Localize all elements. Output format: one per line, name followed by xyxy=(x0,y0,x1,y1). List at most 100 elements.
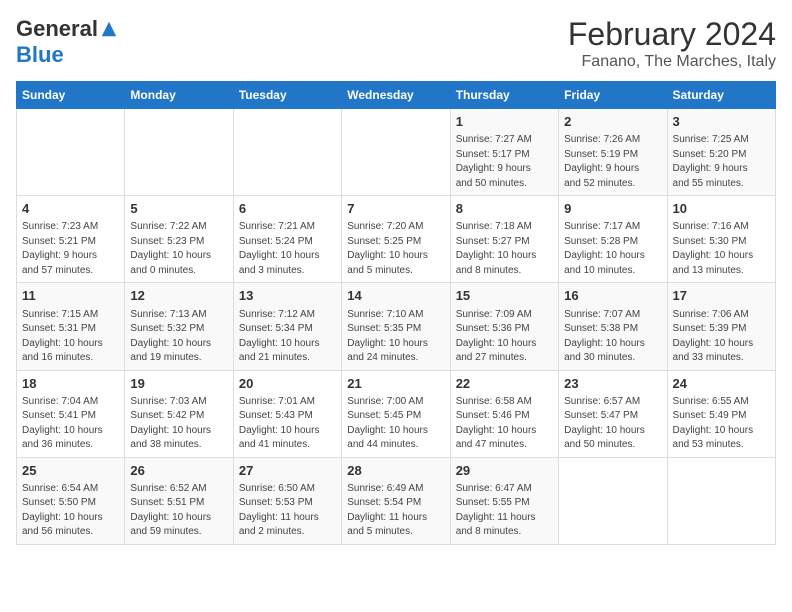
calendar-cell: 21Sunrise: 7:00 AMSunset: 5:45 PMDayligh… xyxy=(342,370,450,457)
day-info: Sunrise: 7:26 AMSunset: 5:19 PMDaylight:… xyxy=(564,133,661,191)
calendar-cell: 20Sunrise: 7:01 AMSunset: 5:43 PMDayligh… xyxy=(233,370,341,457)
day-info: Sunrise: 6:54 AMSunset: 5:50 PMDaylight:… xyxy=(22,482,119,540)
calendar-cell: 10 Sunrise: 7:16 AMSunset: 5:30 PMDayligh… xyxy=(667,196,775,283)
calendar-cell: 24 Sunrise: 6:55 AMSunset: 5:49 PMDayligh… xyxy=(667,370,775,457)
calendar-cell: 16 Sunrise: 7:07 AMSunset: 5:38 PMDayligh… xyxy=(559,283,667,370)
day-number: 14 xyxy=(347,287,444,305)
calendar-cell: 29 Sunrise: 6:47 AMSunset: 5:55 PMDayligh… xyxy=(450,457,558,544)
day-number: 19 xyxy=(130,375,227,393)
day-number: 4 xyxy=(22,200,119,218)
day-number: 15 xyxy=(456,287,553,305)
calendar-cell: 28 Sunrise: 6:49 AMSunset: 5:54 PMDayligh… xyxy=(342,457,450,544)
calendar-cell: 3 Sunrise: 7:25 AMSunset: 5:20 PMDaylight… xyxy=(667,109,775,196)
day-info: Sunrise: 7:04 AMSunset: 5:41 PMDaylight:… xyxy=(22,395,119,453)
logo-icon xyxy=(100,20,118,38)
location-title: Fanano, The Marches, Italy xyxy=(568,53,776,71)
calendar-cell: 26 Sunrise: 6:52 AMSunset: 5:51 PMDayligh… xyxy=(125,457,233,544)
calendar-cell: 27 Sunrise: 6:50 AMSunset: 5:53 PMDayligh… xyxy=(233,457,341,544)
calendar-cell: 6Sunrise: 7:21 AMSunset: 5:24 PMDaylight… xyxy=(233,196,341,283)
calendar-cell xyxy=(233,109,341,196)
day-number: 29 xyxy=(456,462,553,480)
calendar-cell: 14 Sunrise: 7:10 AMSunset: 5:35 PMDayligh… xyxy=(342,283,450,370)
day-info: Sunrise: 7:10 AMSunset: 5:35 PMDaylight:… xyxy=(347,308,444,366)
calendar-cell xyxy=(17,109,125,196)
month-title: February 2024 xyxy=(568,16,776,53)
day-number: 28 xyxy=(347,462,444,480)
day-number: 24 xyxy=(673,375,770,393)
day-info: Sunrise: 7:25 AMSunset: 5:20 PMDaylight:… xyxy=(673,133,770,191)
day-number: 11 xyxy=(22,287,119,305)
day-info: Sunrise: 7:12 AMSunset: 5:34 PMDaylight:… xyxy=(239,308,336,366)
day-info: Sunrise: 6:50 AMSunset: 5:53 PMDaylight:… xyxy=(239,482,336,540)
day-info: Sunrise: 7:27 AMSunset: 5:17 PMDaylight:… xyxy=(456,133,553,191)
weekday-header: Thursday xyxy=(450,82,558,109)
calendar-cell: 11 Sunrise: 7:15 AMSunset: 5:31 PMDayligh… xyxy=(17,283,125,370)
day-info: Sunrise: 7:23 AMSunset: 5:21 PMDaylight:… xyxy=(22,220,119,278)
day-info: Sunrise: 6:55 AMSunset: 5:49 PMDaylight:… xyxy=(673,395,770,453)
day-info: Sunrise: 6:52 AMSunset: 5:51 PMDaylight:… xyxy=(130,482,227,540)
calendar-cell: 4 Sunrise: 7:23 AMSunset: 5:21 PMDaylight… xyxy=(17,196,125,283)
day-number: 3 xyxy=(673,113,770,131)
calendar-cell: 25Sunrise: 6:54 AMSunset: 5:50 PMDayligh… xyxy=(17,457,125,544)
logo: General Blue xyxy=(16,16,118,68)
day-info: Sunrise: 6:49 AMSunset: 5:54 PMDaylight:… xyxy=(347,482,444,540)
calendar-cell: 18Sunrise: 7:04 AMSunset: 5:41 PMDayligh… xyxy=(17,370,125,457)
day-number: 26 xyxy=(130,462,227,480)
day-number: 12 xyxy=(130,287,227,305)
day-info: Sunrise: 6:58 AMSunset: 5:46 PMDaylight:… xyxy=(456,395,553,453)
day-number: 13 xyxy=(239,287,336,305)
calendar-week-row: 18Sunrise: 7:04 AMSunset: 5:41 PMDayligh… xyxy=(17,370,776,457)
day-number: 17 xyxy=(673,287,770,305)
day-number: 21 xyxy=(347,375,444,393)
day-number: 8 xyxy=(456,200,553,218)
calendar-week-row: 11 Sunrise: 7:15 AMSunset: 5:31 PMDayligh… xyxy=(17,283,776,370)
day-info: Sunrise: 7:07 AMSunset: 5:38 PMDaylight:… xyxy=(564,308,661,366)
weekday-header: Friday xyxy=(559,82,667,109)
page-header: General Blue February 2024 Fanano, The M… xyxy=(16,16,776,71)
calendar-cell: 15 Sunrise: 7:09 AMSunset: 5:36 PMDayligh… xyxy=(450,283,558,370)
day-number: 10 xyxy=(673,200,770,218)
logo-general: General xyxy=(16,16,98,42)
day-info: Sunrise: 7:15 AMSunset: 5:31 PMDaylight:… xyxy=(22,308,119,366)
day-number: 27 xyxy=(239,462,336,480)
weekday-header: Sunday xyxy=(17,82,125,109)
calendar-week-row: 1 Sunrise: 7:27 AMSunset: 5:17 PMDaylight… xyxy=(17,109,776,196)
day-number: 5 xyxy=(130,200,227,218)
calendar-cell: 9Sunrise: 7:17 AMSunset: 5:28 PMDaylight… xyxy=(559,196,667,283)
day-info: Sunrise: 7:06 AMSunset: 5:39 PMDaylight:… xyxy=(673,308,770,366)
day-number: 22 xyxy=(456,375,553,393)
day-info: Sunrise: 7:22 AMSunset: 5:23 PMDaylight:… xyxy=(130,220,227,278)
calendar-cell: 17 Sunrise: 7:06 AMSunset: 5:39 PMDayligh… xyxy=(667,283,775,370)
day-number: 20 xyxy=(239,375,336,393)
day-number: 6 xyxy=(239,200,336,218)
day-info: Sunrise: 7:13 AMSunset: 5:32 PMDaylight:… xyxy=(130,308,227,366)
calendar-cell xyxy=(125,109,233,196)
calendar-cell xyxy=(342,109,450,196)
weekday-header: Wednesday xyxy=(342,82,450,109)
calendar-cell: 19 Sunrise: 7:03 AMSunset: 5:42 PMDayligh… xyxy=(125,370,233,457)
weekday-header: Saturday xyxy=(667,82,775,109)
calendar-cell: 13 Sunrise: 7:12 AMSunset: 5:34 PMDayligh… xyxy=(233,283,341,370)
day-number: 16 xyxy=(564,287,661,305)
day-info: Sunrise: 7:09 AMSunset: 5:36 PMDaylight:… xyxy=(456,308,553,366)
day-info: Sunrise: 6:57 AMSunset: 5:47 PMDaylight:… xyxy=(564,395,661,453)
day-info: Sunrise: 7:03 AMSunset: 5:42 PMDaylight:… xyxy=(130,395,227,453)
day-number: 2 xyxy=(564,113,661,131)
day-info: Sunrise: 7:20 AMSunset: 5:25 PMDaylight:… xyxy=(347,220,444,278)
calendar-cell xyxy=(559,457,667,544)
day-info: Sunrise: 7:16 AMSunset: 5:30 PMDaylight:… xyxy=(673,220,770,278)
weekday-header: Monday xyxy=(125,82,233,109)
title-area: February 2024 Fanano, The Marches, Italy xyxy=(568,16,776,71)
day-info: Sunrise: 6:47 AMSunset: 5:55 PMDaylight:… xyxy=(456,482,553,540)
logo-blue: Blue xyxy=(16,42,64,68)
calendar-cell: 22 Sunrise: 6:58 AMSunset: 5:46 PMDayligh… xyxy=(450,370,558,457)
calendar-cell: 12 Sunrise: 7:13 AMSunset: 5:32 PMDayligh… xyxy=(125,283,233,370)
calendar-week-row: 4 Sunrise: 7:23 AMSunset: 5:21 PMDaylight… xyxy=(17,196,776,283)
calendar-cell: 23 Sunrise: 6:57 AMSunset: 5:47 PMDayligh… xyxy=(559,370,667,457)
day-info: Sunrise: 7:18 AMSunset: 5:27 PMDaylight:… xyxy=(456,220,553,278)
day-number: 1 xyxy=(456,113,553,131)
calendar-week-row: 25Sunrise: 6:54 AMSunset: 5:50 PMDayligh… xyxy=(17,457,776,544)
calendar-cell: 7Sunrise: 7:20 AMSunset: 5:25 PMDaylight… xyxy=(342,196,450,283)
day-info: Sunrise: 7:17 AMSunset: 5:28 PMDaylight:… xyxy=(564,220,661,278)
day-number: 23 xyxy=(564,375,661,393)
